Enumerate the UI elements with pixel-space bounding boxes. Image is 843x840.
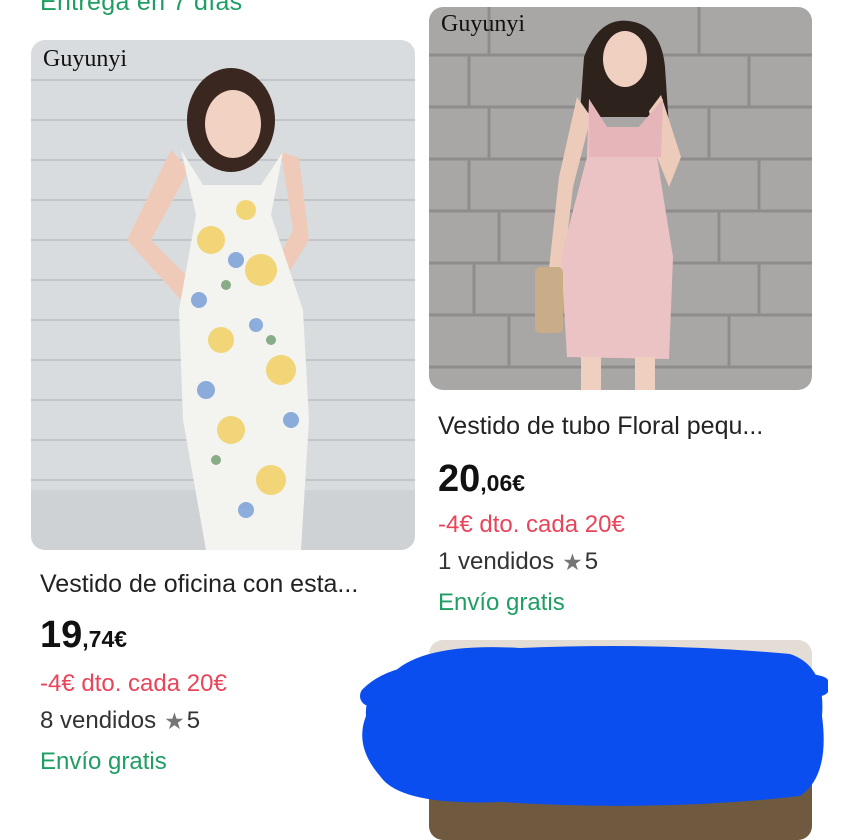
free-shipping-label: Envío gratis	[438, 589, 565, 616]
product-photo-floral-dress	[31, 40, 415, 550]
product-title[interactable]: Vestido de tubo Floral pequ...	[438, 412, 763, 441]
star-icon: ★	[562, 548, 583, 575]
product-title[interactable]: Vestido de oficina con esta...	[40, 570, 358, 599]
sold-count: 1 vendidos	[438, 548, 555, 575]
sold-count: 8 vendidos	[40, 707, 157, 734]
brand-watermark: Guyunyi	[43, 46, 127, 72]
price-decimal: ,74€	[82, 626, 128, 652]
price-integer: 20	[438, 458, 481, 500]
product-image[interactable]: Guyunyi	[429, 7, 812, 390]
star-icon: ★	[164, 707, 185, 734]
product-photo-pink-dress	[429, 7, 812, 390]
sales-rating-row: 8 vendidos ★ 5	[40, 707, 200, 735]
product-image[interactable]: Guyunyi	[31, 40, 415, 550]
product-price: 19,74€	[40, 614, 127, 657]
delivery-label-cut: Entrega en 7 días	[40, 0, 243, 16]
free-shipping-label: Envío gratis	[40, 748, 167, 775]
rating-value: 5	[584, 548, 599, 575]
redaction-overlay	[360, 636, 828, 806]
product-price: 20,06€	[438, 458, 525, 501]
brand-watermark: Guyunyi	[441, 11, 525, 37]
discount-label: -4€ dto. cada 20€	[438, 511, 625, 538]
price-integer: 19	[40, 614, 83, 656]
rating-value: 5	[186, 707, 201, 734]
price-decimal: ,06€	[480, 470, 526, 496]
sales-rating-row: 1 vendidos ★ 5	[438, 548, 598, 576]
discount-label: -4€ dto. cada 20€	[40, 670, 227, 697]
